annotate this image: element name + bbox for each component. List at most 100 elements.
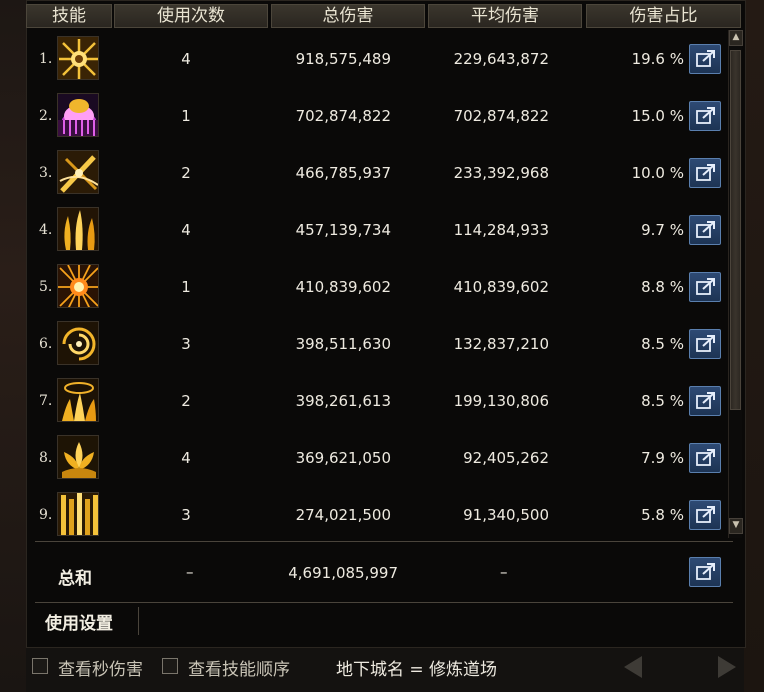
table-row: 6. 3 398,511,630 132,837,210 8.5 % <box>26 316 726 372</box>
flame-pillars-skill-icon <box>57 207 99 251</box>
share-icon <box>696 506 715 523</box>
uses-value: 3 <box>181 335 191 353</box>
rank-label: 4. <box>39 222 53 238</box>
header-uses[interactable]: 使用次数 <box>114 4 268 28</box>
rank-label: 8. <box>39 450 53 466</box>
table-row: 9. 3 274,021,500 91,340,500 5.8 % <box>26 487 726 543</box>
damage-share-value: 19.6 % <box>631 50 684 68</box>
scroll-thumb[interactable] <box>730 50 741 410</box>
total-damage-value: 918,575,489 <box>295 50 391 68</box>
scroll-down-icon[interactable]: ▼ <box>729 518 743 534</box>
usage-settings-tab[interactable]: 使用设置 <box>45 609 113 634</box>
rank-label: 3. <box>39 165 53 181</box>
total-share-button[interactable] <box>689 557 721 587</box>
rising-flames-skill-icon <box>57 378 99 422</box>
damage-share-value: 8.5 % <box>641 335 684 353</box>
total-damage-value: 274,021,500 <box>295 506 391 524</box>
per-second-damage-checkbox[interactable] <box>32 658 48 674</box>
share-button[interactable] <box>689 158 721 188</box>
share-icon <box>696 392 715 409</box>
share-button[interactable] <box>689 329 721 359</box>
total-damage-value: 398,511,630 <box>295 335 391 353</box>
uses-value: 4 <box>181 221 191 239</box>
total-damage-value: 457,139,734 <box>295 221 391 239</box>
scroll-up-icon[interactable]: ▲ <box>729 30 743 46</box>
share-icon <box>696 50 715 67</box>
next-arrow-icon[interactable] <box>718 656 736 678</box>
avg-damage-value: 410,839,602 <box>453 278 549 296</box>
rank-label: 6. <box>39 336 53 352</box>
crossed-slash-skill-icon <box>57 150 99 194</box>
avg-damage-value: 199,130,806 <box>453 392 549 410</box>
share-button[interactable] <box>689 215 721 245</box>
uses-value: 2 <box>181 164 191 182</box>
share-icon <box>696 221 715 238</box>
background-right-edge <box>744 0 764 692</box>
table-row: 2. 1 702,874,822 702,874,822 15.0 % <box>26 88 726 144</box>
rank-label: 9. <box>39 507 53 523</box>
share-button[interactable] <box>689 386 721 416</box>
damage-share-value: 8.5 % <box>641 392 684 410</box>
table-header: 技能 使用次数 总伤害 平均伤害 伤害占比 <box>26 4 746 30</box>
explosion-skill-icon <box>57 264 99 308</box>
bottom-bar: 查看秒伤害 查看技能顺序 地下城名 = 修炼道场 <box>0 650 764 692</box>
vortex-skill-icon <box>57 321 99 365</box>
avg-damage-value: 233,392,968 <box>453 164 549 182</box>
skill-order-checkbox[interactable] <box>162 658 178 674</box>
table-row: 7. 2 398,261,613 199,130,806 8.5 % <box>26 373 726 429</box>
table-row: 3. 2 466,785,937 233,392,968 10.0 % <box>26 145 726 201</box>
share-icon <box>696 449 715 466</box>
avg-damage-value: 114,284,933 <box>453 221 549 239</box>
share-button[interactable] <box>689 443 721 473</box>
table-row: 8. 4 369,621,050 92,405,262 7.9 % <box>26 430 726 486</box>
avg-damage-value: 229,643,872 <box>453 50 549 68</box>
background-left-edge <box>0 0 26 692</box>
uses-value: 2 <box>181 392 191 410</box>
share-icon <box>696 563 715 580</box>
prev-arrow-icon[interactable] <box>624 656 642 678</box>
damage-share-value: 7.9 % <box>641 449 684 467</box>
share-button[interactable] <box>689 44 721 74</box>
table-row: 1. 4 918,575,489 229,643,872 19.6 % <box>26 31 726 87</box>
share-button[interactable] <box>689 101 721 131</box>
table-row: 5. 1 410,839,602 410,839,602 8.8 % <box>26 259 726 315</box>
uses-value: 3 <box>181 506 191 524</box>
skill-order-label[interactable]: 查看技能顺序 <box>188 655 290 680</box>
dungeon-name-label: 地下城名 = 修炼道场 <box>336 660 498 680</box>
rank-label: 2. <box>39 108 53 124</box>
per-second-damage-label[interactable]: 查看秒伤害 <box>58 655 143 680</box>
share-button[interactable] <box>689 500 721 530</box>
total-damage-value: 410,839,602 <box>295 278 391 296</box>
damage-share-value: 5.8 % <box>641 506 684 524</box>
header-avg-damage[interactable]: 平均伤害 <box>428 4 582 28</box>
damage-share-value: 9.7 % <box>641 221 684 239</box>
total-damage-value: 466,785,937 <box>295 164 391 182</box>
share-button[interactable] <box>689 272 721 302</box>
share-icon <box>696 107 715 124</box>
light-columns-skill-icon <box>57 492 99 536</box>
header-total-damage[interactable]: 总伤害 <box>271 4 425 28</box>
uses-value: 4 <box>181 449 191 467</box>
purple-dome-skill-icon <box>57 93 99 137</box>
total-damage-value: 369,621,050 <box>295 449 391 467</box>
rank-label: 7. <box>39 393 53 409</box>
share-icon <box>696 278 715 295</box>
settings-bar: 使用设置 <box>35 602 733 638</box>
table-scrollbar[interactable]: ▲ ▼ <box>728 30 743 538</box>
share-icon <box>696 164 715 181</box>
total-avg-value: – <box>500 563 508 581</box>
rank-label: 5. <box>39 279 53 295</box>
uses-value: 4 <box>181 50 191 68</box>
share-icon <box>696 335 715 352</box>
header-damage-share[interactable]: 伤害占比 <box>586 4 741 28</box>
table-divider <box>35 541 733 542</box>
sun-burst-skill-icon <box>57 36 99 80</box>
lotus-flame-skill-icon <box>57 435 99 479</box>
avg-damage-value: 702,874,822 <box>453 107 549 125</box>
total-label: 总和 <box>58 569 92 589</box>
damage-share-value: 10.0 % <box>631 164 684 182</box>
total-damage-value: 398,261,613 <box>295 392 391 410</box>
header-skill[interactable]: 技能 <box>26 4 112 28</box>
total-damage-sum: 4,691,085,997 <box>288 564 398 582</box>
avg-damage-value: 91,340,500 <box>463 506 549 524</box>
